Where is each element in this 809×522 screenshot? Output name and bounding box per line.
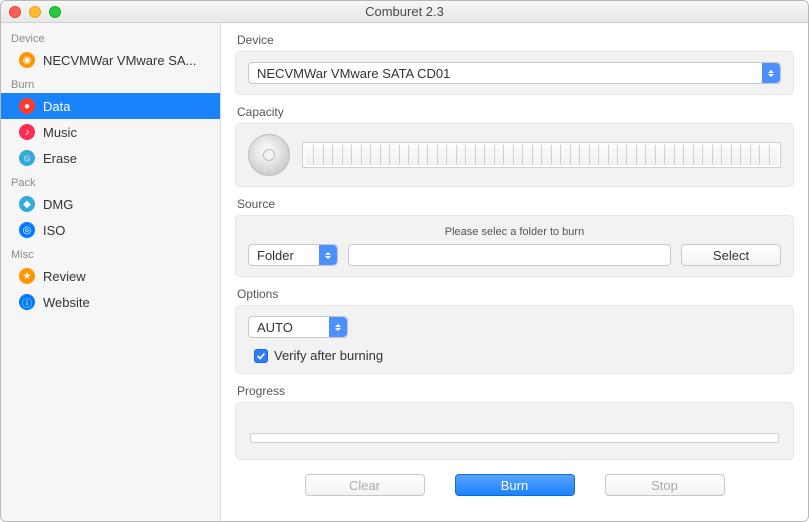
burn-mode-value: AUTO xyxy=(257,320,293,335)
website-icon: ⓘ xyxy=(19,294,35,310)
stop-button[interactable]: Stop xyxy=(605,474,725,496)
sidebar-item-label: DMG xyxy=(43,197,73,212)
clear-button[interactable]: Clear xyxy=(305,474,425,496)
sidebar-item-label: ISO xyxy=(43,223,65,238)
source-type-value: Folder xyxy=(257,248,294,263)
progress-section-label: Progress xyxy=(237,384,794,398)
sidebar-item-dmg[interactable]: ◆ DMG xyxy=(1,191,220,217)
source-path-input[interactable] xyxy=(348,244,671,266)
sidebar-item-label: Website xyxy=(43,295,90,310)
sidebar-item-data[interactable]: ● Data xyxy=(1,93,220,119)
device-panel: NECVMWar VMware SATA CD01 xyxy=(235,51,794,95)
sidebar-item-label: NECVMWar VMware SA... xyxy=(43,53,196,68)
sidebar-group-burn: Burn xyxy=(1,73,220,93)
sidebar-group-device: Device xyxy=(1,27,220,47)
source-type-select[interactable]: Folder xyxy=(248,244,338,266)
source-panel: Please selec a folder to burn Folder Sel… xyxy=(235,215,794,277)
sidebar-group-misc: Misc xyxy=(1,243,220,263)
disc-icon xyxy=(248,134,290,176)
chevron-updown-icon xyxy=(319,245,337,265)
sidebar-item-music[interactable]: ♪ Music xyxy=(1,119,220,145)
burn-mode-select[interactable]: AUTO xyxy=(248,316,348,338)
minimize-icon[interactable] xyxy=(29,6,41,18)
sidebar-item-label: Review xyxy=(43,269,86,284)
capacity-meter xyxy=(302,142,781,168)
sidebar: Device ◉ NECVMWar VMware SA... Burn ● Da… xyxy=(1,23,221,521)
sidebar-item-website[interactable]: ⓘ Website xyxy=(1,289,220,315)
select-button[interactable]: Select xyxy=(681,244,781,266)
sidebar-group-pack: Pack xyxy=(1,171,220,191)
sidebar-item-review[interactable]: ★ Review xyxy=(1,263,220,289)
sidebar-item-label: Data xyxy=(43,99,70,114)
options-panel: AUTO Verify after burning xyxy=(235,305,794,374)
source-section-label: Source xyxy=(237,197,794,211)
button-label: Clear xyxy=(349,478,380,493)
close-icon[interactable] xyxy=(9,6,21,18)
titlebar: Comburet 2.3 xyxy=(1,1,808,23)
sidebar-item-device[interactable]: ◉ NECVMWar VMware SA... xyxy=(1,47,220,73)
burn-button[interactable]: Burn xyxy=(455,474,575,496)
device-section-label: Device xyxy=(237,33,794,47)
zoom-icon[interactable] xyxy=(49,6,61,18)
iso-icon: ◎ xyxy=(19,222,35,238)
capacity-panel xyxy=(235,123,794,187)
action-buttons: Clear Burn Stop xyxy=(235,474,794,496)
window-controls xyxy=(9,6,61,18)
sidebar-item-label: Erase xyxy=(43,151,77,166)
device-select-value: NECVMWar VMware SATA CD01 xyxy=(257,66,450,81)
progress-bar xyxy=(250,433,779,443)
main-content: Device NECVMWar VMware SATA CD01 Capacit… xyxy=(221,23,808,521)
verify-label: Verify after burning xyxy=(274,348,383,363)
app-window: Comburet 2.3 Device ◉ NECVMWar VMware SA… xyxy=(0,0,809,522)
music-icon: ♪ xyxy=(19,124,35,140)
sidebar-item-iso[interactable]: ◎ ISO xyxy=(1,217,220,243)
sidebar-item-erase[interactable]: ⦸ Erase xyxy=(1,145,220,171)
window-title: Comburet 2.3 xyxy=(1,4,808,19)
device-select[interactable]: NECVMWar VMware SATA CD01 xyxy=(248,62,781,84)
data-icon: ● xyxy=(19,98,35,114)
verify-checkbox[interactable] xyxy=(254,349,268,363)
review-icon: ★ xyxy=(19,268,35,284)
device-icon: ◉ xyxy=(19,52,35,68)
chevron-updown-icon xyxy=(329,317,347,337)
erase-icon: ⦸ xyxy=(19,150,35,166)
button-label: Burn xyxy=(501,478,528,493)
button-label: Stop xyxy=(651,478,678,493)
progress-panel xyxy=(235,402,794,460)
capacity-section-label: Capacity xyxy=(237,105,794,119)
chevron-updown-icon xyxy=(762,63,780,83)
source-hint: Please selec a folder to burn xyxy=(248,226,781,238)
sidebar-item-label: Music xyxy=(43,125,77,140)
dmg-icon: ◆ xyxy=(19,196,35,212)
button-label: Select xyxy=(713,248,749,263)
options-section-label: Options xyxy=(237,287,794,301)
